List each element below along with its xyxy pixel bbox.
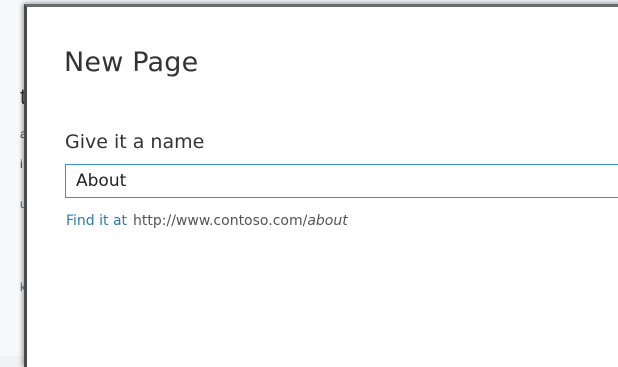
dialog-title: New Page: [64, 47, 199, 78]
name-field-label: Give it a name: [65, 131, 205, 153]
url-slug: about: [307, 213, 348, 229]
background-text-fragment: i: [20, 157, 23, 171]
url-preview: Find it at http://www.contoso.com/about: [66, 213, 348, 229]
url-base: http://www.contoso.com/: [133, 213, 308, 229]
page-name-input[interactable]: [65, 164, 618, 198]
new-page-dialog: New Page Give it a name Find it at http:/…: [24, 4, 618, 367]
url-preview-label: Find it at: [66, 213, 128, 229]
